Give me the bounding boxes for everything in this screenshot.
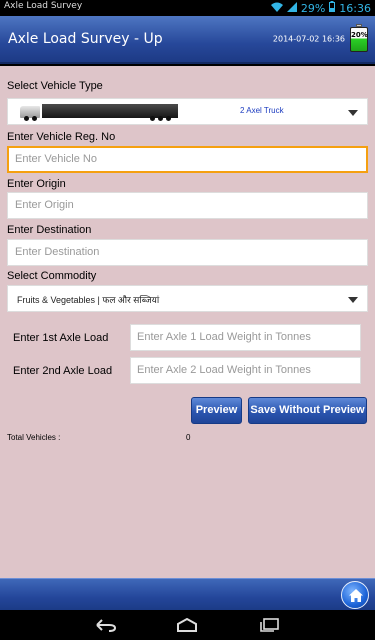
status-app-label: Axle Load Survey xyxy=(4,1,83,11)
footer-bar xyxy=(0,578,375,610)
commodity-select[interactable]: Fruits & Vegetables | फल और सब्जियां xyxy=(7,285,368,312)
vehicle-type-value: 2 Axel Truck xyxy=(240,106,284,115)
nav-home-icon[interactable] xyxy=(176,617,198,636)
app-header: Axle Load Survey - Up 2014-07-02 16:36 2… xyxy=(0,16,375,64)
destination-input[interactable]: Enter Destination xyxy=(7,239,368,266)
dropdown-arrow-icon xyxy=(348,110,358,116)
home-icon[interactable] xyxy=(341,581,369,609)
header-battery-icon: 20% xyxy=(350,24,368,52)
total-vehicles-value: 0 xyxy=(186,433,191,442)
save-without-preview-button[interactable]: Save Without Preview xyxy=(248,397,367,424)
dropdown-arrow-icon xyxy=(348,297,358,303)
origin-label: Enter Origin xyxy=(7,178,66,190)
vehicle-reg-input[interactable]: Enter Vehicle No xyxy=(7,146,368,173)
truck-image xyxy=(20,104,178,121)
battery-icon xyxy=(329,1,336,15)
wifi-icon xyxy=(270,2,283,15)
axle1-input[interactable]: Enter Axle 1 Load Weight in Tonnes xyxy=(130,324,361,351)
destination-label: Enter Destination xyxy=(7,224,92,236)
origin-input[interactable]: Enter Origin xyxy=(7,192,368,219)
page-title: Axle Load Survey - Up xyxy=(8,31,163,47)
header-datetime: 2014-07-02 16:36 xyxy=(272,34,345,44)
android-nav-bar xyxy=(0,610,375,640)
survey-form: Select Vehicle Type 2 Axel Truck Enter V… xyxy=(0,66,375,578)
header-battery-text: 20% xyxy=(351,31,368,39)
axle1-label: Enter 1st Axle Load xyxy=(13,332,109,344)
status-bar: Axle Load Survey 29% 16:36 xyxy=(0,0,375,16)
axle2-label: Enter 2nd Axle Load xyxy=(13,365,113,377)
status-time: 16:36 xyxy=(339,1,371,15)
vehicle-type-label: Select Vehicle Type xyxy=(7,80,103,92)
signal-icon xyxy=(286,1,297,15)
preview-button[interactable]: Preview xyxy=(191,397,242,424)
reg-label: Enter Vehicle Reg. No xyxy=(7,131,116,143)
commodity-label: Select Commodity xyxy=(7,270,97,282)
total-vehicles-label: Total Vehicles : xyxy=(7,433,61,442)
battery-percent: 29% xyxy=(300,1,326,15)
commodity-value: Fruits & Vegetables | फल और सब्जियां xyxy=(17,295,160,305)
recents-icon[interactable] xyxy=(259,617,279,636)
back-icon[interactable] xyxy=(95,617,117,636)
vehicle-type-select[interactable]: 2 Axel Truck xyxy=(7,98,368,125)
axle2-input[interactable]: Enter Axle 2 Load Weight in Tonnes xyxy=(130,357,361,384)
